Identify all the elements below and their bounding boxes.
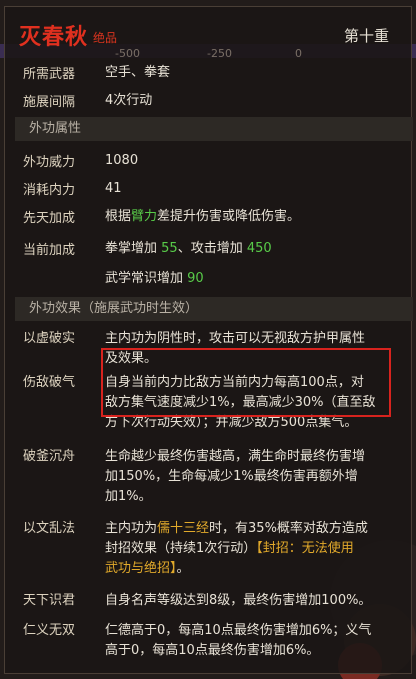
effect-label: 天下识君 (23, 593, 76, 608)
fist-bonus-label: 拳掌增加 (105, 241, 162, 256)
innate-pre: 根据 (105, 209, 132, 224)
current-label: 当前加成 (23, 243, 76, 258)
effect-text: 封招效果（持续1次行动） (105, 541, 257, 556)
skill-title: 灭春秋 (19, 25, 89, 50)
skill-grade: 绝品 (93, 31, 118, 45)
power-value: 1080 (105, 153, 139, 168)
cost-label: 消耗内力 (23, 183, 76, 198)
weapon-value: 空手、拳套 (105, 65, 171, 80)
power-label: 外功威力 (23, 155, 76, 170)
innate-attr: 臂力 (131, 209, 158, 224)
effect-line: 武功与绝招】。 (105, 559, 401, 579)
interval-label: 施展间隔 (23, 95, 76, 110)
tick-label: 0 (295, 47, 302, 60)
knowledge-bonus-value: 90 (187, 271, 204, 286)
effect-line: 高于0，每高10点最终伤害增加6%。 (105, 643, 320, 658)
effect-desc: 生命越少最终伤害越高，满生命时最终伤害增 加150%，生命每减少1%最终伤害再额… (105, 447, 401, 507)
innate-post: 差提升伤害或降低伤害。 (157, 209, 301, 224)
innate-value: 根据臂力差提升伤害或降低伤害。 (105, 207, 401, 227)
effect-line: 生命越少最终伤害越高，满生命时最终伤害增 (105, 449, 366, 464)
effect-label: 伤敌破气 (23, 375, 76, 390)
effect-line: 自身名声等级达到8级，最终伤害增加100%。 (105, 593, 372, 608)
attack-bonus-label: 、攻击增加 (177, 241, 247, 256)
section-outer-effects: 外功效果（施展武功时生效） (15, 297, 413, 321)
highlight-box (101, 348, 391, 417)
effect-line: 主内功为儒十三经时，有35%概率对敌方造成 (105, 519, 401, 539)
attack-bonus-value: 450 (246, 241, 272, 256)
effect-highlight: 武功与绝招】 (105, 561, 177, 576)
effect-line: 仁德高于0，每高10点最终伤害增加6%；义气 (105, 623, 372, 638)
effect-line: 加150%，生命每减少1%最终伤害再额外增 (105, 469, 358, 484)
effect-text: 。 (176, 561, 190, 576)
tick-label: -500 (115, 47, 140, 60)
current-value: 拳掌增加 55、攻击增加 450 (105, 239, 401, 259)
effect-line: 封招效果（持续1次行动）【封招：无法使用 (105, 539, 401, 559)
effect-desc: 主内功为儒十三经时，有35%概率对敌方造成 封招效果（持续1次行动）【封招：无法… (105, 519, 401, 579)
fist-bonus-value: 55 (161, 241, 178, 256)
innate-label: 先天加成 (23, 211, 76, 226)
effect-label: 以虚破实 (23, 331, 76, 346)
section-outer-attributes: 外功属性 (15, 117, 413, 141)
title-row: 灭春秋 绝品 第十重 (5, 15, 411, 50)
effect-highlight: 儒十三经 (157, 521, 210, 536)
knowledge-bonus-label: 武学常识增加 (105, 271, 188, 286)
effect-text: 时，有35%概率对敌方造成 (209, 521, 368, 536)
skill-tooltip-panel: 灭春秋 绝品 第十重 -500 -250 0 所需武器 空手、拳套 施展间隔 4… (4, 6, 413, 674)
tick-label: -250 (207, 47, 232, 60)
effect-desc: 自身名声等级达到8级，最终伤害增加100%。 (105, 591, 401, 611)
effect-text: 主内功为 (105, 521, 158, 536)
interval-value: 4次行动 (105, 93, 153, 108)
cost-value: 41 (105, 181, 122, 196)
weapon-label: 所需武器 (23, 67, 76, 82)
skill-level: 第十重 (343, 27, 389, 45)
effect-label: 以文乱法 (23, 521, 76, 536)
effect-line: 主内功为阴性时，攻击可以无视敌方护甲属性 (105, 331, 366, 346)
effect-label: 仁义无双 (23, 623, 76, 638)
effect-label: 破釜沉舟 (23, 449, 76, 464)
effect-desc: 仁德高于0，每高10点最终伤害增加6%；义气 高于0，每高10点最终伤害增加6%… (105, 621, 401, 661)
effect-line: 加1%。 (105, 489, 152, 504)
effect-highlight: 【封招：无法使用 (256, 541, 354, 556)
current-value-2: 武学常识增加 90 (105, 269, 401, 289)
